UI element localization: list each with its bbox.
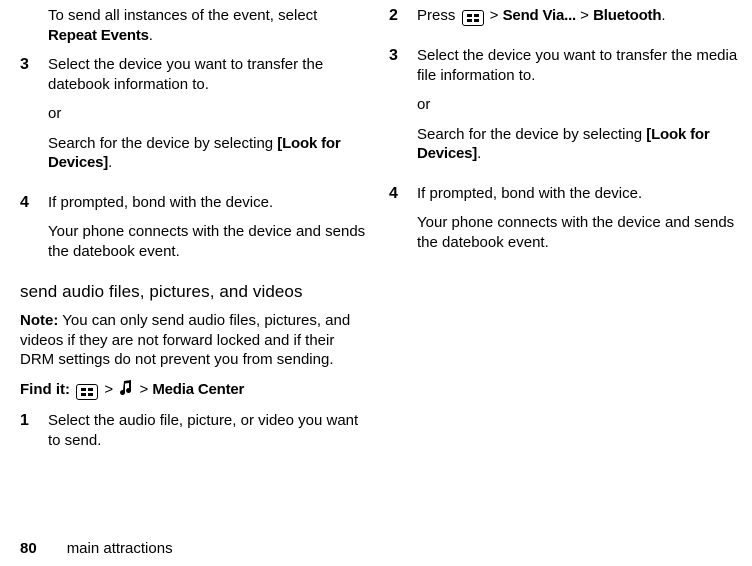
- step-text: Select the device you want to transfer t…: [48, 55, 369, 94]
- step-or: or: [48, 104, 369, 124]
- section-name: main attractions: [67, 539, 173, 559]
- menu-key-icon: [76, 384, 98, 400]
- text: Search for the device by selecting: [48, 135, 277, 152]
- step-number: 4: [20, 193, 36, 272]
- continuation-text: To send all instances of the event, sele…: [48, 6, 369, 45]
- media-icon: [119, 380, 133, 402]
- step-text: Select the device you want to transfer t…: [417, 46, 738, 85]
- text-bold: Bluetooth: [593, 7, 661, 24]
- text-bold: Repeat Events: [48, 27, 149, 44]
- text: .: [108, 154, 112, 171]
- menu-key-icon: [462, 10, 484, 26]
- step-number: 3: [20, 55, 36, 183]
- text: Press: [417, 7, 460, 24]
- step-text: If prompted, bond with the device.: [48, 193, 369, 213]
- separator: >: [104, 381, 117, 398]
- find-it-line: Find it: > > Media Center: [20, 380, 369, 402]
- step-result: Your phone connects with the device and …: [48, 222, 369, 261]
- step-4: 4 If prompted, bond with the device. You…: [20, 193, 369, 272]
- step-4: 4 If prompted, bond with the device. You…: [389, 184, 738, 263]
- step-number: 3: [389, 46, 405, 174]
- step-number: 2: [389, 6, 405, 36]
- step-number: 1: [20, 411, 36, 460]
- page-footer: 80 main attractions: [20, 535, 738, 559]
- text: .: [661, 7, 665, 24]
- step-3: 3 Select the device you want to transfer…: [389, 46, 738, 174]
- note-paragraph: Note: You can only send audio files, pic…: [20, 311, 369, 370]
- step-2: 2 Press > Send Via... > Bluetooth.: [389, 6, 738, 36]
- section-heading: send audio files, pictures, and videos: [20, 281, 369, 303]
- separator: >: [486, 7, 503, 24]
- step-result: Your phone connects with the device and …: [417, 213, 738, 252]
- separator: >: [576, 7, 593, 24]
- step-1: 1 Select the audio file, picture, or vid…: [20, 411, 369, 460]
- text: Search for the device by selecting: [417, 126, 646, 143]
- note-label: Note:: [20, 312, 58, 329]
- text: .: [477, 145, 481, 162]
- find-it-destination: Media Center: [152, 381, 244, 398]
- text-bold: Send Via...: [503, 7, 576, 24]
- separator: >: [139, 381, 152, 398]
- step-3: 3 Select the device you want to transfer…: [20, 55, 369, 183]
- text: .: [149, 27, 153, 44]
- step-text: If prompted, bond with the device.: [417, 184, 738, 204]
- text: To send all instances of the event, sele…: [48, 7, 317, 24]
- step-number: 4: [389, 184, 405, 263]
- page-number: 80: [20, 539, 37, 559]
- step-text: Select the audio file, picture, or video…: [48, 411, 369, 450]
- find-it-label: Find it:: [20, 381, 70, 398]
- step-or: or: [417, 95, 738, 115]
- note-body: You can only send audio files, pictures,…: [20, 312, 350, 368]
